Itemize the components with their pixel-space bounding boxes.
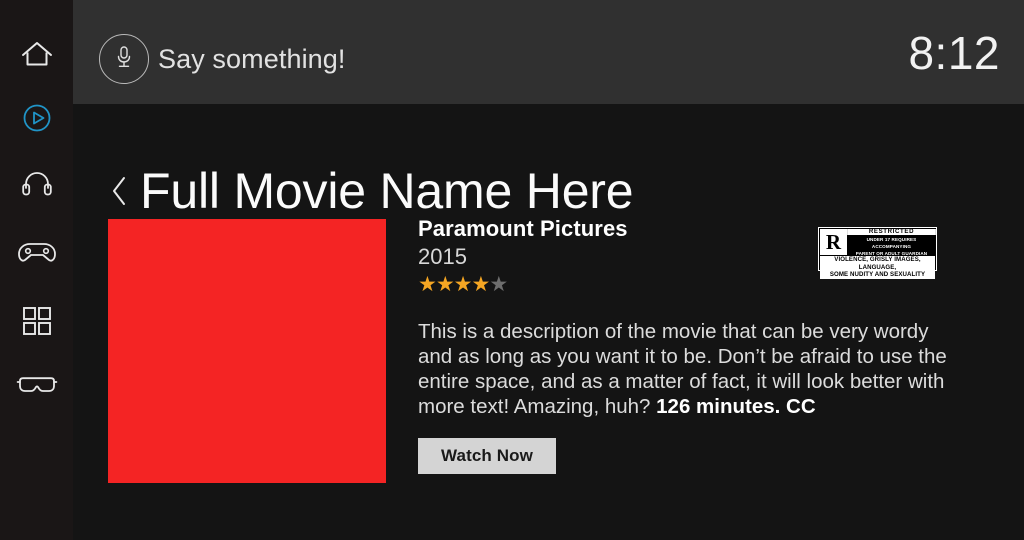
microphone-icon	[113, 44, 135, 75]
mpaa-inner: R RESTRICTED UNDER 17 REQUIRES ACCOMPANY…	[819, 228, 936, 270]
mpaa-headline: RESTRICTED	[847, 229, 936, 235]
content-area: Full Movie Name Here Paramount Pictures …	[73, 104, 1024, 540]
page-title: Full Movie Name Here	[140, 166, 633, 216]
top-bar: Say something! 8:12	[73, 0, 1024, 104]
vr-headset-icon	[16, 374, 58, 398]
sidebar-item-home[interactable]	[0, 28, 73, 80]
mpaa-rating-box: R RESTRICTED UNDER 17 REQUIRES ACCOMPANY…	[818, 227, 937, 271]
mpaa-reason-1: VIOLENCE, GRISLY IMAGES, LANGUAGE,	[820, 256, 935, 271]
main-sidebar	[0, 0, 73, 540]
star-filled-icon: ★	[454, 274, 472, 295]
mpaa-right-column: RESTRICTED UNDER 17 REQUIRES ACCOMPANYIN…	[848, 229, 935, 255]
mpaa-letter: R	[820, 229, 847, 255]
voice-search-button[interactable]	[99, 34, 149, 84]
star-filled-icon: ★	[418, 274, 436, 295]
watch-now-button[interactable]: Watch Now	[418, 438, 556, 474]
mpaa-reason-2: SOME NUDITY AND SEXUALITY	[830, 271, 925, 279]
star-filled-icon: ★	[471, 274, 489, 295]
chevron-left-icon[interactable]	[108, 171, 130, 211]
star-empty-icon: ★	[489, 274, 507, 295]
mpaa-top-row: R RESTRICTED UNDER 17 REQUIRES ACCOMPANY…	[820, 229, 935, 255]
sidebar-item-games[interactable]	[0, 226, 73, 278]
description-runtime: 126 minutes. CC	[656, 395, 816, 418]
movie-poster[interactable]	[108, 219, 386, 483]
mpaa-subline-1: UNDER 17 REQUIRES ACCOMPANYING	[848, 236, 935, 250]
grid-apps-icon	[22, 306, 52, 336]
sidebar-item-vr[interactable]	[0, 360, 73, 412]
star-filled-icon: ★	[436, 274, 454, 295]
home-icon	[20, 39, 54, 69]
gamepad-icon	[17, 239, 57, 265]
clock: 8:12	[908, 26, 1000, 80]
headphones-icon	[20, 168, 54, 198]
voice-prompt-text: Say something!	[158, 44, 346, 75]
sidebar-item-video[interactable]	[0, 92, 73, 144]
mpaa-sublines: UNDER 17 REQUIRES ACCOMPANYING PARENT OR…	[848, 235, 935, 257]
movie-detail-screen: Say something! 8:12 Full Movie Name Here…	[0, 0, 1024, 540]
play-circle-icon	[22, 103, 52, 133]
sidebar-item-music[interactable]	[0, 157, 73, 209]
mpaa-reasons: VIOLENCE, GRISLY IMAGES, LANGUAGE, SOME …	[820, 256, 935, 279]
sidebar-item-apps[interactable]	[0, 295, 73, 347]
movie-description: This is a description of the movie that …	[418, 319, 966, 419]
